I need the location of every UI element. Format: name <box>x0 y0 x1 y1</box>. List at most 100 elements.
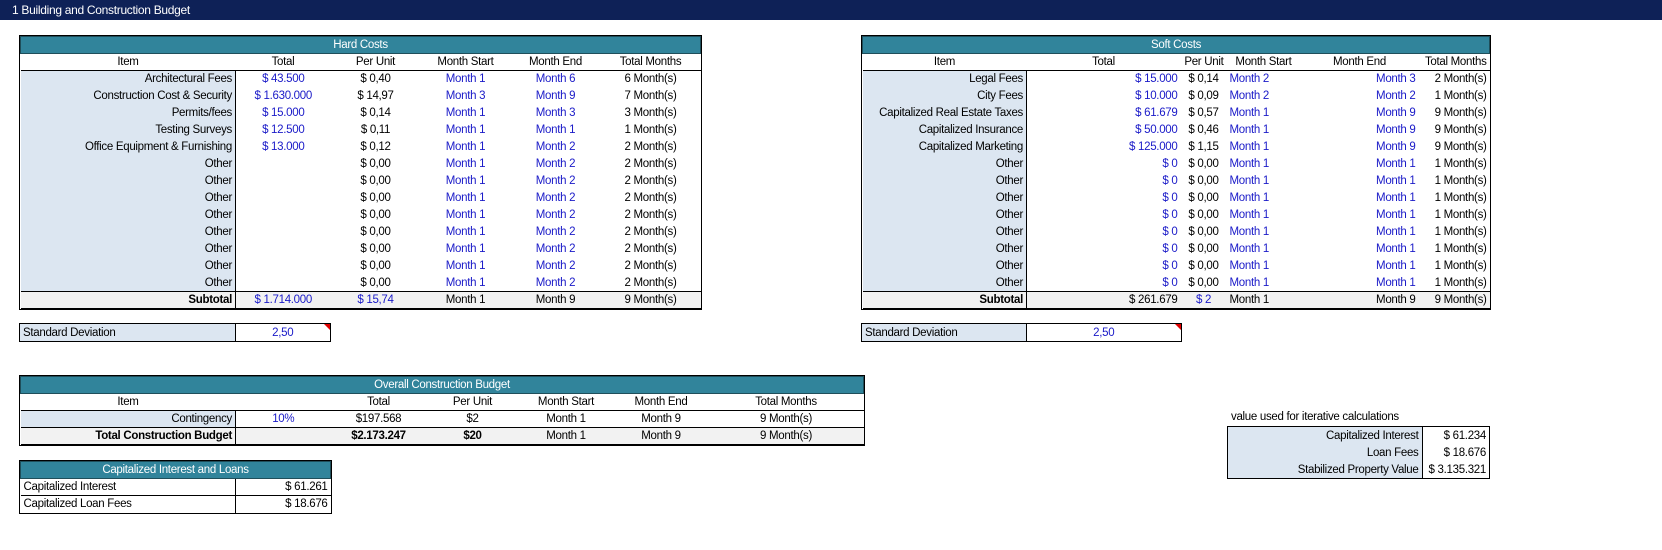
cell-month-end[interactable]: Month 1 <box>1301 258 1419 275</box>
cell-month-end[interactable]: Month 3 <box>511 105 601 122</box>
row-label[interactable]: Other <box>20 240 236 258</box>
cell-month-start[interactable]: Month 1 <box>1227 275 1301 292</box>
row-label[interactable]: Other <box>20 274 236 292</box>
cell-total[interactable] <box>236 190 331 207</box>
cell-total[interactable]: $ 43.500 <box>236 71 331 88</box>
cell-month-end[interactable]: Month 6 <box>511 71 601 88</box>
cell-total[interactable] <box>236 156 331 173</box>
cell-month-end[interactable]: Month 9 <box>1301 139 1419 156</box>
row-label[interactable]: Other <box>862 257 1027 275</box>
cell-month-start[interactable]: Month 3 <box>421 88 511 105</box>
cell-month-start[interactable]: Month 1 <box>1227 156 1301 173</box>
cell-total[interactable]: $ 0 <box>1027 190 1181 207</box>
row-label[interactable]: Other <box>862 240 1027 258</box>
row-label[interactable]: Office Equipment & Furnishing <box>20 138 236 156</box>
cell-month-end[interactable]: Month 2 <box>511 190 601 207</box>
cell-total[interactable]: $ 0 <box>1027 207 1181 224</box>
row-label[interactable]: City Fees <box>862 87 1027 105</box>
cell-total[interactable]: $ 0 <box>1027 224 1181 241</box>
cell-total[interactable]: $ 15.000 <box>1027 71 1181 88</box>
cell-total[interactable]: $ 0 <box>1027 275 1181 292</box>
cell-total[interactable]: $ 1.630.000 <box>236 88 331 105</box>
row-label[interactable]: Architectural Fees <box>20 70 236 88</box>
cell-month-end[interactable]: Month 9 <box>511 88 601 105</box>
cell-month-start[interactable]: Month 1 <box>1227 258 1301 275</box>
cell-month-start[interactable]: Month 1 <box>421 224 511 241</box>
cell-month-end[interactable]: Month 2 <box>511 224 601 241</box>
cell-month-end[interactable]: Month 9 <box>1301 105 1419 122</box>
cell-total[interactable] <box>236 275 331 292</box>
cell-month-start[interactable]: Month 1 <box>421 258 511 275</box>
cell-total[interactable]: $ 125.000 <box>1027 139 1181 156</box>
row-label[interactable]: Capitalized Marketing <box>862 138 1027 156</box>
cell-month-end[interactable]: Month 2 <box>511 156 601 173</box>
row-label[interactable]: Other <box>20 257 236 275</box>
row-label[interactable]: Other <box>862 155 1027 173</box>
cell-month-start[interactable]: Month 1 <box>421 71 511 88</box>
cell-month-start[interactable]: Month 1 <box>421 241 511 258</box>
cell-total[interactable] <box>236 173 331 190</box>
row-label[interactable]: Legal Fees <box>862 70 1027 88</box>
cell-month-start[interactable]: Month 2 <box>1227 71 1301 88</box>
cell-total[interactable]: $ 15.000 <box>236 105 331 122</box>
cell-month-end[interactable]: Month 2 <box>511 139 601 156</box>
cell-month-end[interactable]: Month 2 <box>511 173 601 190</box>
cell-month-start[interactable]: Month 1 <box>1227 241 1301 258</box>
row-label[interactable]: Other <box>20 189 236 207</box>
cell-month-start[interactable]: Month 1 <box>1227 139 1301 156</box>
cell-month-start[interactable]: Month 1 <box>421 156 511 173</box>
cell-month-start[interactable]: Month 1 <box>1227 105 1301 122</box>
cell-total[interactable]: $ 10.000 <box>1027 88 1181 105</box>
cell-month-end[interactable]: Month 1 <box>1301 190 1419 207</box>
cell-total[interactable]: $ 0 <box>1027 173 1181 190</box>
cell-month-start[interactable]: Month 1 <box>421 173 511 190</box>
cell-month-end[interactable]: Month 1 <box>1301 207 1419 224</box>
row-label[interactable]: Other <box>862 172 1027 190</box>
row-label[interactable]: Construction Cost & Security <box>20 87 236 105</box>
cell-month-start[interactable]: Month 1 <box>1227 173 1301 190</box>
cell-total[interactable]: $ 13.000 <box>236 139 331 156</box>
cell-total[interactable] <box>236 207 331 224</box>
row-label[interactable]: Permits/fees <box>20 104 236 122</box>
cell-month-start[interactable]: Month 1 <box>421 105 511 122</box>
cell-month-start[interactable]: Month 1 <box>1227 207 1301 224</box>
cell-month-start[interactable]: Month 1 <box>1227 190 1301 207</box>
cell-total[interactable]: $ 0 <box>1027 241 1181 258</box>
row-label[interactable]: Other <box>20 223 236 241</box>
cell-month-end[interactable]: Month 3 <box>1301 71 1419 88</box>
row-label[interactable]: Other <box>20 206 236 224</box>
cell-month-end[interactable]: Month 2 <box>511 275 601 292</box>
cell-month-start[interactable]: Month 1 <box>421 139 511 156</box>
cell-month-start[interactable]: Month 1 <box>421 122 511 139</box>
cell-total[interactable]: $ 61.679 <box>1027 105 1181 122</box>
row-label[interactable]: Other <box>20 172 236 190</box>
row-label[interactable]: Capitalized Insurance <box>862 121 1027 139</box>
cell-month-start[interactable]: Month 1 <box>421 190 511 207</box>
cell-month-end[interactable]: Month 1 <box>1301 156 1419 173</box>
row-label[interactable]: Testing Surveys <box>20 121 236 139</box>
cell-month-end[interactable]: Month 9 <box>1301 122 1419 139</box>
row-label[interactable]: Other <box>862 223 1027 241</box>
cell-month-start[interactable]: Month 1 <box>421 207 511 224</box>
cell-month-start[interactable]: Month 1 <box>1227 122 1301 139</box>
cell-month-start[interactable]: Month 1 <box>1227 224 1301 241</box>
cell-total[interactable]: $ 12.500 <box>236 122 331 139</box>
cell-total[interactable] <box>236 224 331 241</box>
cell-total[interactable]: $ 50.000 <box>1027 122 1181 139</box>
row-label[interactable]: Capitalized Real Estate Taxes <box>862 104 1027 122</box>
cell-month-end[interactable]: Month 1 <box>1301 173 1419 190</box>
cell-month-end[interactable]: Month 2 <box>511 207 601 224</box>
cell-month-end[interactable]: Month 1 <box>1301 241 1419 258</box>
std-dev-input[interactable]: 2,50 <box>235 324 330 341</box>
cell-total[interactable] <box>236 258 331 275</box>
cell-month-end[interactable]: Month 2 <box>511 258 601 275</box>
row-label[interactable]: Other <box>862 274 1027 292</box>
cell-month-start[interactable]: Month 2 <box>1227 88 1301 105</box>
cell-total[interactable] <box>236 241 331 258</box>
contingency-percent-input[interactable]: 10% <box>236 411 331 428</box>
cell-month-start[interactable]: Month 1 <box>421 275 511 292</box>
cell-total[interactable]: $ 0 <box>1027 156 1181 173</box>
row-label[interactable]: Other <box>20 155 236 173</box>
cell-total[interactable]: $ 0 <box>1027 258 1181 275</box>
cell-month-end[interactable]: Month 1 <box>511 122 601 139</box>
